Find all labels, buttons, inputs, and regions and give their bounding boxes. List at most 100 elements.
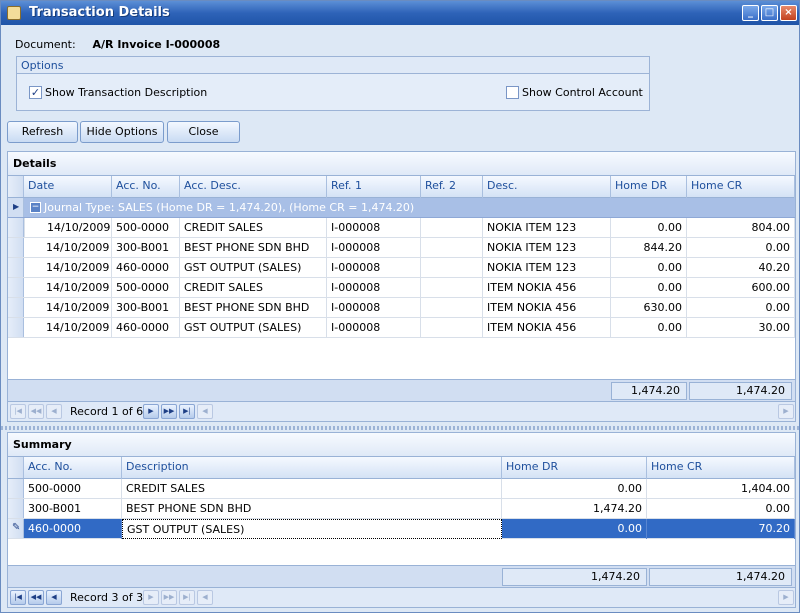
prev-page-icon[interactable]: ◀◀ [28,404,44,419]
cell-home-cr: 0.00 [647,499,795,519]
hide-options-button[interactable]: Hide Options [80,121,164,143]
summary-column-headers: Acc. No. Description Home DR Home CR [8,457,795,479]
col-date[interactable]: Date [24,176,112,198]
last-record-icon[interactable]: ▶| [179,590,195,605]
next-record-icon[interactable]: ▶ [143,404,159,419]
table-row[interactable]: 14/10/2009 500-0000 CREDIT SALES I-00000… [8,278,795,298]
scroll-left-icon[interactable]: ◀ [197,404,213,419]
table-row[interactable]: 14/10/2009 300-B001 BEST PHONE SDN BHD I… [8,238,795,258]
col-home-cr[interactable]: Home CR [687,176,795,198]
close-button[interactable]: Close [167,121,240,143]
transaction-details-window: Transaction Details _ □ × Document: A/R … [0,0,800,613]
details-total-cr: 1,474.20 [689,382,792,400]
journal-group-row[interactable]: ▶ − Journal Type: SALES (Home DR = 1,474… [8,198,795,218]
row-indicator [8,479,24,498]
cell-acc-desc: GST OUTPUT (SALES) [180,258,327,278]
cell-desc: NOKIA ITEM 123 [483,258,611,278]
checkbox-unchecked-icon[interactable] [506,86,519,99]
col-acc-no[interactable]: Acc. No. [112,176,180,198]
first-record-icon[interactable]: |◀ [10,590,26,605]
document-line: Document: A/R Invoice I-000008 [15,38,220,51]
col-ref2[interactable]: Ref. 2 [421,176,483,198]
next-page-icon[interactable]: ▶▶ [161,590,177,605]
cell-acc-no: 500-0000 [112,218,180,238]
cell-date: 14/10/2009 [24,258,112,278]
col-ref1[interactable]: Ref. 1 [327,176,421,198]
refresh-button[interactable]: Refresh [7,121,78,143]
cell-acc-no: 500-0000 [24,479,122,499]
cell-date: 14/10/2009 [24,278,112,298]
summary-grid: Acc. No. Description Home DR Home CR 500… [7,456,796,566]
show-control-account-label: Show Control Account [522,86,643,99]
col-acc-no[interactable]: Acc. No. [24,457,122,479]
details-total-dr: 1,474.20 [611,382,687,400]
cell-acc-no: 500-0000 [112,278,180,298]
cell-ref1: I-000008 [327,318,421,338]
edit-pencil-icon: ✎ [12,522,21,533]
cell-description-focused[interactable]: GST OUTPUT (SALES) [122,519,502,539]
table-row-selected[interactable]: ✎ 460-0000 GST OUTPUT (SALES) 0.00 70.20 [8,519,795,539]
row-indicator: ▶ [8,198,24,217]
scroll-left-icon[interactable]: ◀ [197,590,213,605]
col-description[interactable]: Description [122,457,502,479]
col-home-dr[interactable]: Home DR [502,457,647,479]
cell-home-dr: 0.00 [611,318,687,338]
table-row[interactable]: 300-B001 BEST PHONE SDN BHD 1,474.20 0.0… [8,499,795,519]
cell-home-cr: 600.00 [687,278,795,298]
collapse-group-icon[interactable]: − [30,202,41,213]
cell-desc: ITEM NOKIA 456 [483,298,611,318]
details-navigator: |◀ ◀◀ ◀ Record 1 of 6 ▶ ▶▶ ▶| ◀ ▶ [7,402,796,422]
table-row[interactable]: 14/10/2009 300-B001 BEST PHONE SDN BHD I… [8,298,795,318]
prev-page-icon[interactable]: ◀◀ [28,590,44,605]
summary-total-dr: 1,474.20 [502,568,647,586]
scroll-right-icon[interactable]: ▶ [778,404,794,419]
first-record-icon[interactable]: |◀ [10,404,26,419]
cell-home-dr: 0.00 [611,278,687,298]
cell-ref2 [421,318,483,338]
prev-record-icon[interactable]: ◀ [46,404,62,419]
cell-acc-no: 460-0000 [112,318,180,338]
col-home-cr[interactable]: Home CR [647,457,795,479]
cell-description: CREDIT SALES [122,479,502,499]
cell-home-dr: 0.00 [502,519,647,539]
next-record-icon[interactable]: ▶ [143,590,159,605]
row-indicator-header [8,176,24,197]
cell-acc-no: 460-0000 [112,258,180,278]
details-header: Details [7,151,796,175]
cell-home-dr: 0.00 [611,258,687,278]
row-indicator [8,238,24,257]
row-indicator [8,298,24,317]
table-row[interactable]: 14/10/2009 500-0000 CREDIT SALES I-00000… [8,218,795,238]
summary-totals-footer: 1,474.20 1,474.20 [7,566,796,588]
cell-desc: ITEM NOKIA 456 [483,278,611,298]
splitter[interactable] [1,426,799,430]
minimize-button[interactable]: _ [742,5,759,21]
checkbox-checked-icon[interactable]: ✓ [29,86,42,99]
col-desc[interactable]: Desc. [483,176,611,198]
cell-home-cr: 1,404.00 [647,479,795,499]
cell-description: BEST PHONE SDN BHD [122,499,502,519]
next-page-icon[interactable]: ▶▶ [161,404,177,419]
cell-ref1: I-000008 [327,218,421,238]
cell-home-cr: 804.00 [687,218,795,238]
prev-record-icon[interactable]: ◀ [46,590,62,605]
details-record-text: Record 1 of 6 [70,405,144,418]
show-description-checkbox[interactable]: ✓ Show Transaction Description [29,86,207,99]
col-home-dr[interactable]: Home DR [611,176,687,198]
window-title: Transaction Details [29,5,170,20]
table-row[interactable]: 500-0000 CREDIT SALES 0.00 1,404.00 [8,479,795,499]
scroll-right-icon[interactable]: ▶ [778,590,794,605]
table-row[interactable]: 14/10/2009 460-0000 GST OUTPUT (SALES) I… [8,258,795,278]
maximize-button[interactable]: □ [761,5,778,21]
col-acc-desc[interactable]: Acc. Desc. [180,176,327,198]
last-record-icon[interactable]: ▶| [179,404,195,419]
cell-acc-desc: GST OUTPUT (SALES) [180,318,327,338]
cell-home-cr: 70.20 [647,519,795,539]
summary-total-cr: 1,474.20 [649,568,792,586]
cell-acc-desc: BEST PHONE SDN BHD [180,298,327,318]
options-panel: Options ✓ Show Transaction Description S… [16,56,650,111]
show-control-account-checkbox[interactable]: Show Control Account [506,86,643,99]
title-bar: Transaction Details _ □ × [1,1,799,25]
table-row[interactable]: 14/10/2009 460-0000 GST OUTPUT (SALES) I… [8,318,795,338]
close-window-button[interactable]: × [780,5,797,21]
